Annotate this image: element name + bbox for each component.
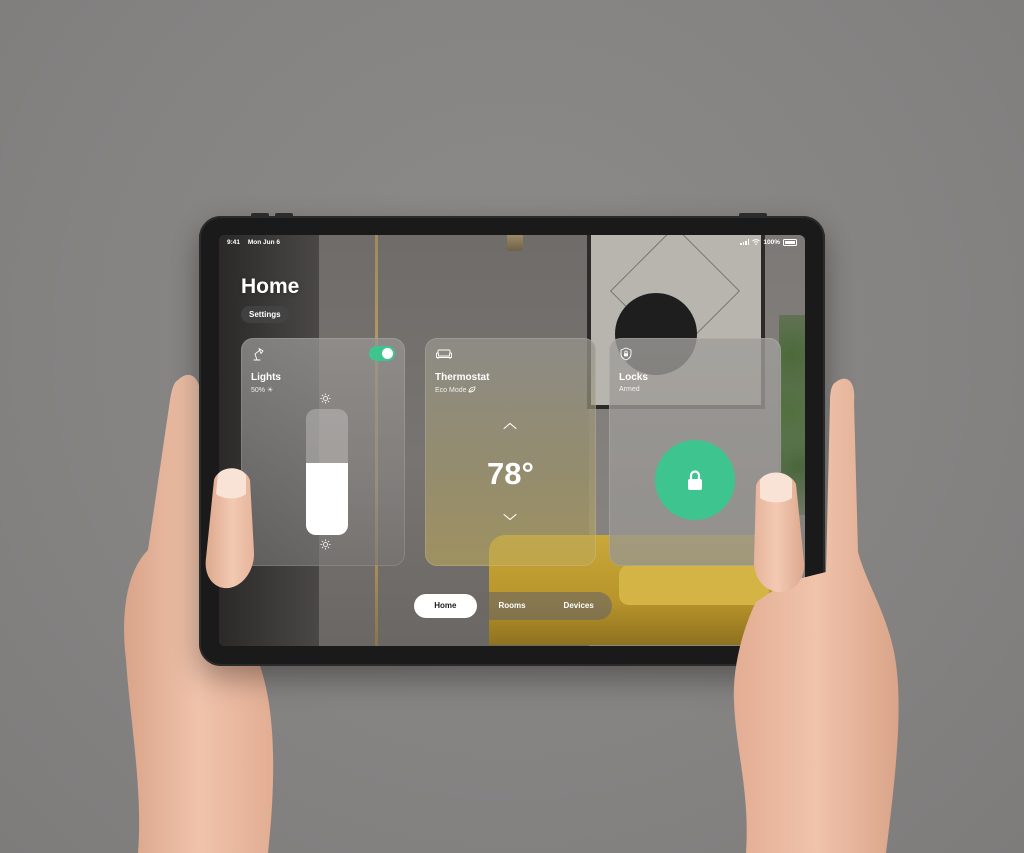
right-hand bbox=[733, 378, 899, 853]
left-thumb bbox=[205, 468, 255, 589]
thermostat-title: Thermostat bbox=[435, 372, 490, 383]
locks-subtitle: Armed bbox=[619, 386, 640, 393]
battery-percent: 100% bbox=[763, 238, 780, 246]
tab-devices[interactable]: Devices bbox=[547, 594, 610, 618]
brightness-slider[interactable] bbox=[306, 409, 348, 535]
eco-mode-label: Eco Mode bbox=[435, 387, 467, 394]
photo-scene: 9:41 Mon Jun 6 100% Home Settings Lights… bbox=[0, 0, 1024, 853]
toggle-knob bbox=[382, 348, 393, 359]
right-thumb bbox=[754, 472, 805, 593]
tab-bar: Home Rooms Devices bbox=[412, 592, 612, 620]
locks-title: Locks bbox=[619, 372, 648, 383]
thermostat-card[interactable]: Thermostat Eco Mode 78° bbox=[425, 338, 596, 566]
thermostat-subtitle: Eco Mode bbox=[435, 386, 476, 394]
chevron-up-icon[interactable] bbox=[503, 422, 517, 430]
settings-button[interactable]: Settings bbox=[241, 306, 289, 323]
lights-toggle[interactable] bbox=[369, 346, 395, 361]
wifi-icon bbox=[752, 239, 761, 245]
power-button bbox=[739, 213, 767, 217]
lights-card[interactable]: Lights 50% ☀ bbox=[241, 338, 405, 566]
status-bar: 9:41 Mon Jun 6 100% bbox=[219, 235, 805, 249]
tablet-screen: 9:41 Mon Jun 6 100% Home Settings Lights… bbox=[219, 235, 805, 646]
status-time: 9:41 bbox=[227, 238, 241, 246]
volume-button bbox=[251, 213, 269, 217]
leaf-icon bbox=[469, 386, 476, 393]
temperature-readout: 78° bbox=[487, 456, 534, 491]
chevron-down-icon[interactable] bbox=[503, 513, 517, 521]
lights-subtitle: 50% ☀ bbox=[251, 387, 274, 394]
sofa-icon bbox=[436, 349, 452, 359]
page-title: Home bbox=[241, 275, 300, 298]
lights-title: Lights bbox=[251, 372, 281, 383]
tab-rooms[interactable]: Rooms bbox=[481, 594, 544, 618]
desk-lamp-icon bbox=[253, 348, 264, 361]
padlock-icon bbox=[688, 470, 702, 490]
brightness-slider-fill bbox=[306, 463, 348, 535]
cellular-signal-icon bbox=[740, 239, 750, 245]
shield-lock-icon bbox=[620, 347, 632, 361]
sun-icon bbox=[320, 393, 331, 404]
status-date: Mon Jun 6 bbox=[247, 238, 280, 246]
battery-icon bbox=[783, 238, 797, 246]
volume-button bbox=[275, 213, 293, 217]
lock-button[interactable] bbox=[655, 440, 735, 520]
sun-icon bbox=[320, 539, 331, 550]
tab-home[interactable]: Home bbox=[414, 594, 477, 618]
